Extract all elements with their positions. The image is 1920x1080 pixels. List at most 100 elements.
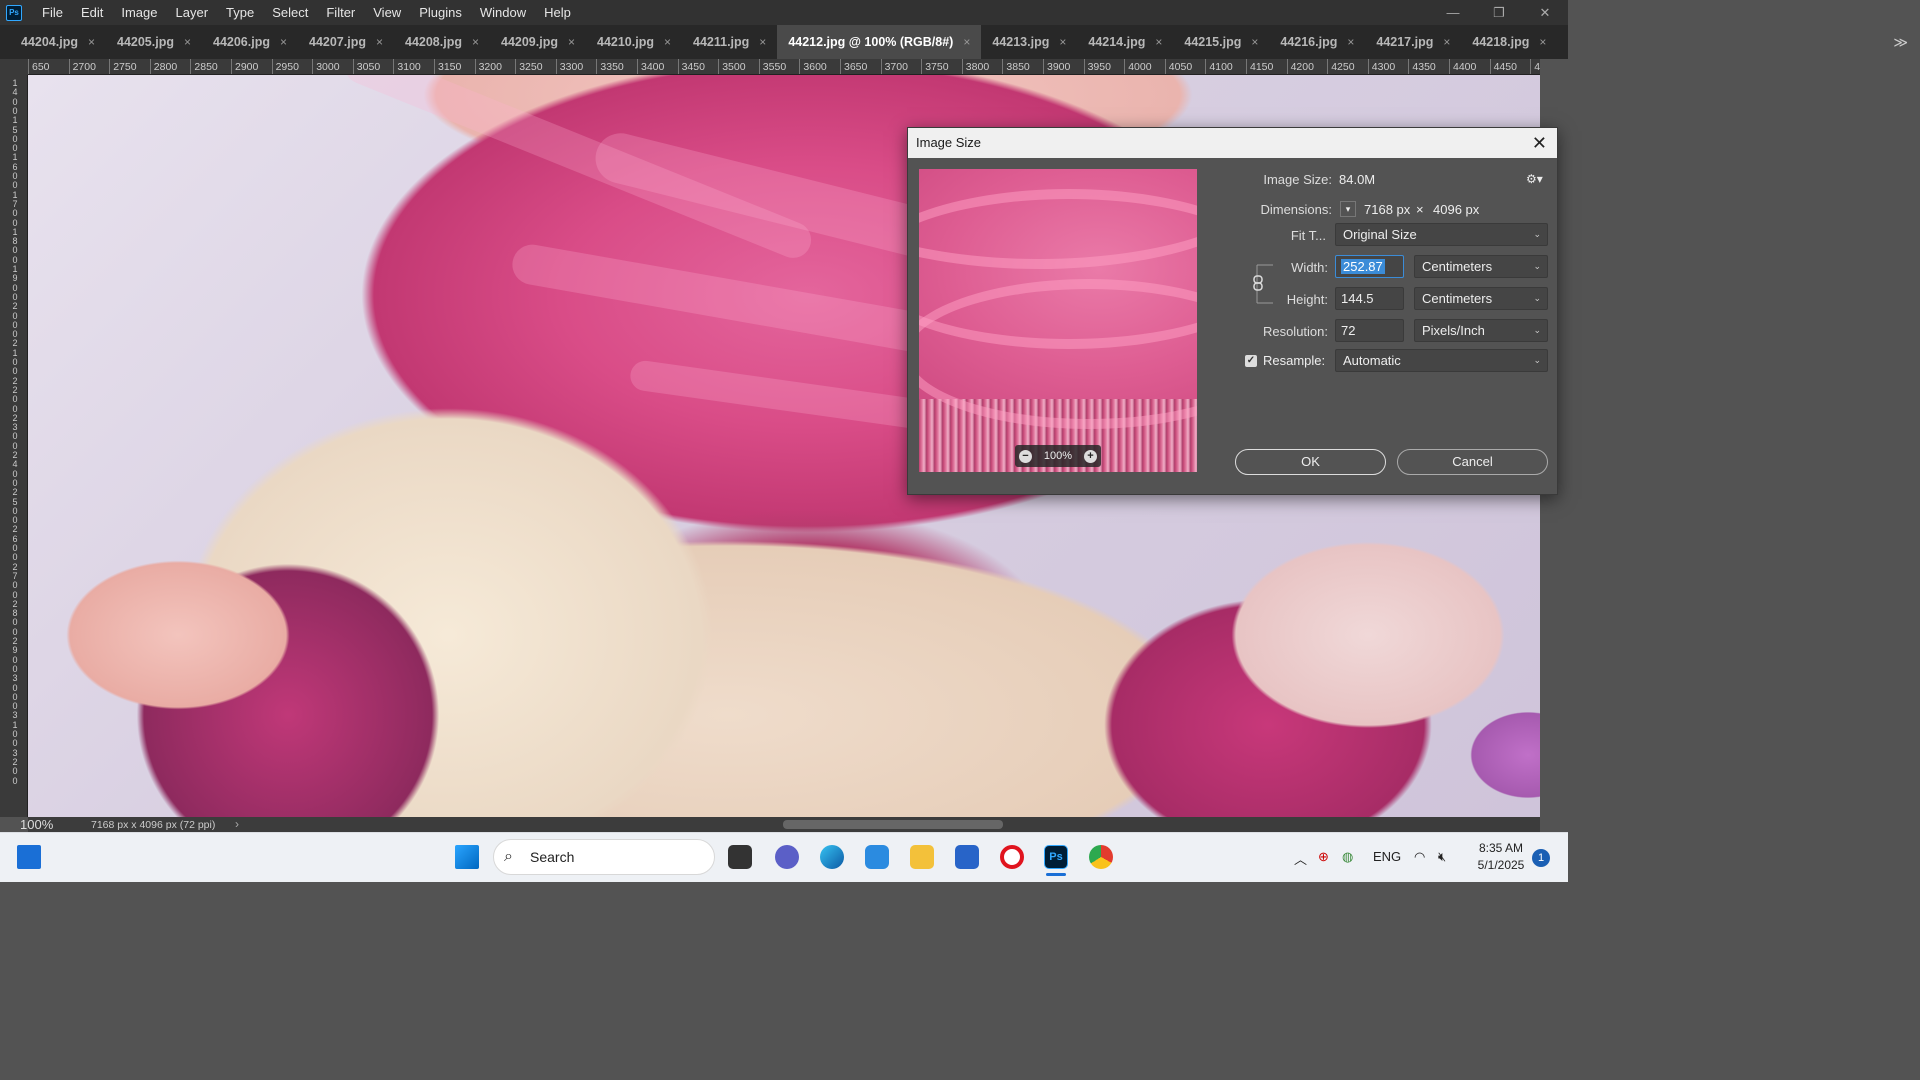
tab-close-icon[interactable]: × [88,35,95,49]
document-tab[interactable]: 44214.jpg × [1077,25,1173,59]
image-preview[interactable]: − 100% + [919,169,1197,472]
minimize-icon[interactable]: — [1430,0,1476,25]
notification-badge[interactable]: 1 [1532,849,1550,867]
width-unit-dropdown[interactable]: Centimeters ⌄ [1414,255,1548,278]
taskbar-search[interactable]: ⌕ Search [493,839,715,875]
menu-select[interactable]: Select [263,0,317,25]
menu-plugins[interactable]: Plugins [410,0,471,25]
resolution-input[interactable]: 72 [1335,319,1404,342]
status-arrow-icon[interactable]: › [235,817,239,831]
dialog-titlebar[interactable]: Image Size ✕ [908,128,1557,158]
document-tab[interactable]: 44209.jpg × [490,25,586,59]
tab-close-icon[interactable]: × [1251,35,1258,49]
tray-network-app-icon[interactable]: ◍ [1342,849,1353,865]
zoom-out-icon[interactable]: − [1019,449,1032,463]
document-tab[interactable]: 44216.jpg × [1269,25,1365,59]
photoshop-taskbar-icon[interactable]: Ps [1044,845,1068,869]
document-tab[interactable]: 44206.jpg × [202,25,298,59]
tab-close-icon[interactable]: × [280,35,287,49]
document-tab[interactable]: 44204.jpg × [10,25,106,59]
tab-close-icon[interactable]: × [664,35,671,49]
tab-close-icon[interactable]: × [963,35,970,49]
close-icon[interactable]: ✕ [1522,0,1568,25]
tab-label: 44208.jpg [405,35,462,49]
tab-close-icon[interactable]: × [759,35,766,49]
ok-button[interactable]: OK [1235,449,1386,475]
height-unit-dropdown[interactable]: Centimeters ⌄ [1414,287,1548,310]
tab-close-icon[interactable]: × [1155,35,1162,49]
fit-to-dropdown[interactable]: Original Size ⌄ [1335,223,1548,246]
document-tab[interactable]: 44217.jpg × [1365,25,1461,59]
task-view-icon[interactable] [728,845,752,869]
menu-items: File Edit Image Layer Type Select Filter View Pl… [33,0,580,25]
cancel-button[interactable]: Cancel [1397,449,1548,475]
ruler-tick-label: 3250 [515,59,543,74]
chrome-icon[interactable] [1089,845,1113,869]
resample-dropdown[interactable]: Automatic ⌄ [1335,349,1548,372]
status-zoom[interactable]: 100% [20,817,53,833]
ruler-tick-label: 2850 [190,59,218,74]
menu-help[interactable]: Help [535,0,580,25]
tab-close-icon[interactable]: × [376,35,383,49]
tab-close-icon[interactable]: × [184,35,191,49]
width-input[interactable]: 252.87 [1335,255,1404,278]
ruler-tick-label: 4300 [1367,59,1395,74]
document-tab[interactable]: 44213.jpg × [981,25,1077,59]
tab-close-icon[interactable]: × [568,35,575,49]
widgets-icon[interactable] [17,845,41,869]
document-tab[interactable]: 44215.jpg × [1173,25,1269,59]
screen-capture-icon[interactable] [865,845,889,869]
width-label: Width: [1291,260,1328,275]
document-tab[interactable]: 44205.jpg × [106,25,202,59]
resolution-unit-value: Pixels/Inch [1422,323,1485,338]
menu-file[interactable]: File [33,0,72,25]
vertical-ruler[interactable]: 1400150016001700180019002000210022002300… [0,75,28,817]
horizontal-ruler[interactable]: 650 2700 2750 2800 2850 2900 2950 3000 3050 3100 3… [28,59,1540,75]
dimensions-width-value: 7168 px [1364,202,1411,217]
dimensions-unit-dropdown[interactable]: ▾ [1340,201,1356,217]
menu-window[interactable]: Window [471,0,535,25]
tab-close-icon[interactable]: × [1059,35,1066,49]
settings-gear-icon[interactable]: ⚙▾ [1526,172,1543,186]
tab-close-icon[interactable]: × [1443,35,1450,49]
start-icon[interactable] [455,845,479,869]
ruler-tick-label: 2700 [68,59,96,74]
tray-overflow-icon[interactable]: ︿ [1294,849,1307,868]
tab-close-icon[interactable]: × [472,35,479,49]
document-tab[interactable]: 44208.jpg × [394,25,490,59]
wifi-icon[interactable]: ◠ [1414,849,1425,865]
document-tab[interactable]: 44211.jpg × [682,25,777,59]
zoom-in-icon[interactable]: + [1083,449,1097,463]
resolution-unit-dropdown[interactable]: Pixels/Inch ⌄ [1414,319,1548,342]
language-indicator[interactable]: ENG [1373,849,1401,864]
file-explorer-icon[interactable] [910,845,934,869]
menu-edit[interactable]: Edit [72,0,112,25]
menu-filter[interactable]: Filter [317,0,364,25]
ruler-tick-label: 3550 [758,59,786,74]
volume-muted-icon[interactable]: 🔇︎ [1438,849,1446,865]
tab-overflow-icon[interactable]: ≫ [1893,25,1908,59]
tray-app-icon[interactable]: ⊕ [1318,849,1329,865]
menu-layer[interactable]: Layer [167,0,218,25]
dialog-close-icon[interactable]: ✕ [1532,128,1547,158]
teams-icon[interactable] [775,845,799,869]
restore-icon[interactable]: ❐ [1476,0,1522,25]
document-tab[interactable]: 44219.jpg× [1557,25,1568,59]
height-input[interactable]: 144.5 [1335,287,1404,310]
resample-checkbox[interactable]: ✓ [1245,355,1257,367]
document-tab[interactable]: 44218.jpg × [1461,25,1557,59]
opera-icon[interactable] [1000,845,1024,869]
tab-close-icon[interactable]: × [1539,35,1546,49]
scrollbar-thumb[interactable] [783,820,1003,829]
horizontal-scrollbar[interactable] [28,817,1540,832]
tab-close-icon[interactable]: × [1347,35,1354,49]
document-tab[interactable]: 44212.jpg @ 100% (RGB/8#) × [777,25,982,59]
document-tab[interactable]: 44207.jpg × [298,25,394,59]
edge-icon[interactable] [820,845,844,869]
store-icon[interactable] [955,845,979,869]
menu-type[interactable]: Type [217,0,263,25]
menu-view[interactable]: View [364,0,410,25]
document-tab[interactable]: 44210.jpg × [586,25,682,59]
menu-image[interactable]: Image [112,0,166,25]
taskbar-clock[interactable]: 8:35 AM 5/1/2025 [1470,840,1532,874]
